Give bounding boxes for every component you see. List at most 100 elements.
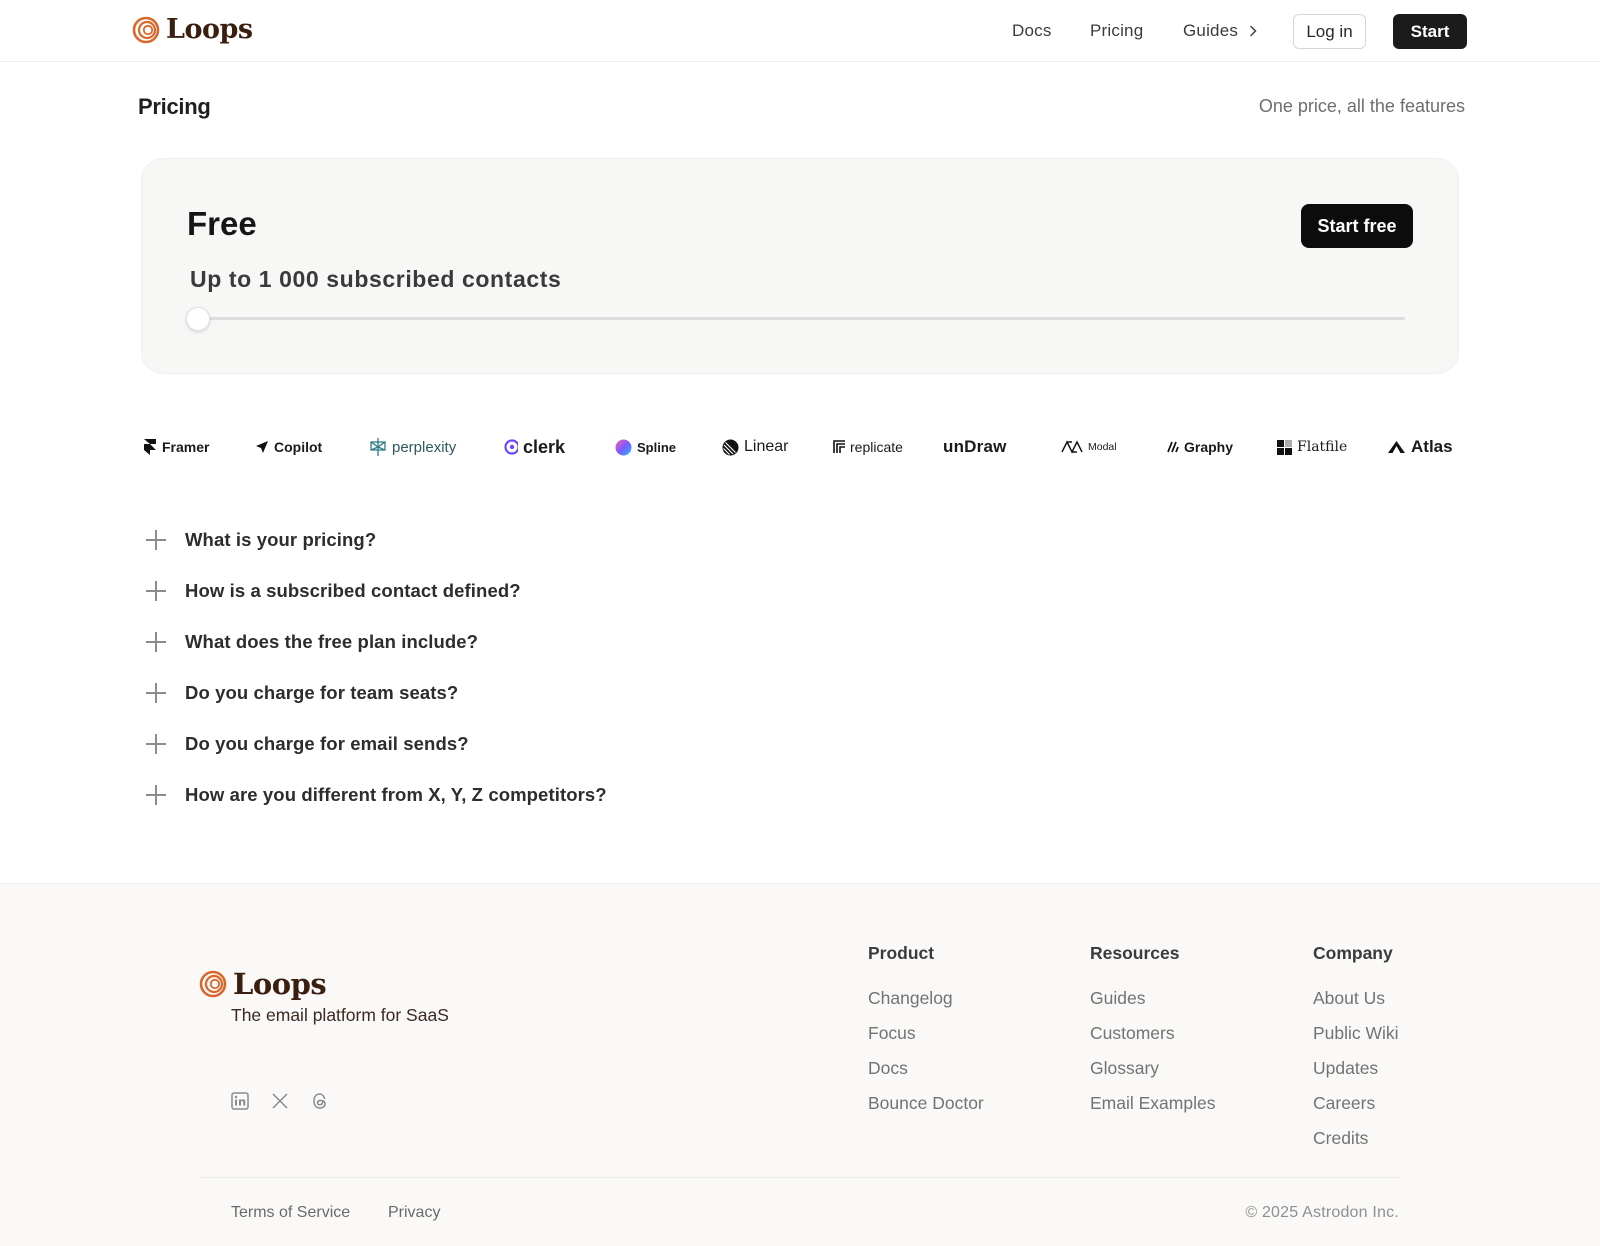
clerk-label: clerk: [523, 436, 566, 457]
footer-divider: [199, 1177, 1401, 1178]
replicate-logo: replicate: [833, 432, 903, 462]
graphy-logo: Graphy: [1167, 432, 1233, 462]
plan-name: Free: [187, 205, 257, 242]
x-icon[interactable]: [271, 1092, 289, 1110]
login-button[interactable]: Log in: [1293, 14, 1366, 49]
clerk-icon: [504, 439, 518, 455]
loops-logo[interactable]: Loops: [132, 14, 253, 45]
atlas-icon: [1388, 440, 1405, 453]
footer-logo-text: Loops: [233, 967, 327, 1001]
footer-link-customers[interactable]: Customers: [1090, 1023, 1175, 1044]
footer-link-guides[interactable]: Guides: [1090, 988, 1145, 1009]
footer-link-docs[interactable]: Docs: [868, 1058, 908, 1079]
faq-question: How are you different from X, Y, Z compe…: [185, 784, 607, 805]
replicate-icon: [833, 440, 845, 453]
footer-link-bounce-doctor[interactable]: Bounce Doctor: [868, 1093, 984, 1114]
page-title: Pricing: [138, 94, 211, 119]
footer-link-public-wiki[interactable]: Public Wiki: [1313, 1023, 1399, 1044]
faq-item-subscribed-contact[interactable]: How is a subscribed contact defined?: [145, 575, 521, 607]
site-footer: Loops The email platform for SaaS Produc…: [0, 883, 1600, 1246]
flatfile-label: Flatfile: [1297, 439, 1348, 455]
privacy-link[interactable]: Privacy: [388, 1204, 440, 1222]
nav-guides-label: Guides: [1183, 21, 1239, 40]
perplexity-icon: [370, 438, 386, 456]
plus-icon: [145, 682, 167, 704]
flatfile-icon: [1277, 439, 1292, 455]
plus-icon: [145, 631, 167, 653]
start-button[interactable]: Start: [1393, 14, 1467, 49]
site-header: Loops Docs Pricing Guides Log in Start: [0, 0, 1600, 62]
footer-tagline: The email platform for SaaS: [231, 1005, 449, 1025]
plus-icon: [145, 784, 167, 806]
modal-icon: [1061, 440, 1083, 454]
nav-pricing[interactable]: Pricing: [1090, 21, 1143, 41]
faq-question: Do you charge for team seats?: [185, 682, 459, 703]
footer-col-resources-heading: Resources: [1090, 943, 1180, 963]
chevron-right-icon: [1250, 25, 1257, 37]
start-free-button[interactable]: Start free: [1301, 204, 1413, 248]
plan-contacts-text: Up to 1 000 subscribed contacts: [190, 266, 562, 292]
framer-logo: Framer: [143, 432, 209, 462]
modal-label: Modal: [1088, 441, 1117, 453]
loops-logo-icon: [132, 16, 160, 43]
contacts-slider-track[interactable]: [198, 317, 1405, 320]
spline-label: Spline: [637, 439, 677, 455]
spline-logo: Spline: [615, 432, 676, 462]
footer-link-changelog[interactable]: Changelog: [868, 988, 953, 1009]
logo-text: Loops: [166, 14, 253, 45]
contacts-slider-thumb[interactable]: [186, 307, 210, 331]
flatfile-logo: Flatfile: [1277, 432, 1347, 462]
graphy-label: Graphy: [1184, 439, 1234, 455]
footer-link-credits[interactable]: Credits: [1313, 1128, 1368, 1149]
customer-logos: Framer Copilot perplexity clerk Spline L…: [143, 432, 1461, 462]
faq-item-competitors[interactable]: How are you different from X, Y, Z compe…: [145, 779, 607, 811]
faq-question: What does the free plan include?: [185, 631, 479, 652]
terms-of-service-link[interactable]: Terms of Service: [231, 1204, 350, 1222]
nav-docs[interactable]: Docs: [1012, 21, 1052, 41]
atlas-logo: Atlas: [1387, 432, 1453, 462]
footer-col-company-heading: Company: [1313, 943, 1393, 963]
atlas-label: Atlas: [1411, 437, 1453, 456]
faq-item-pricing[interactable]: What is your pricing?: [145, 524, 376, 556]
page-subtitle: One price, all the features: [1258, 96, 1465, 116]
framer-label: Framer: [162, 439, 210, 455]
replicate-label: replicate: [850, 439, 903, 455]
faq-question: What is your pricing?: [185, 529, 377, 550]
faq-item-email-sends[interactable]: Do you charge for email sends?: [145, 728, 469, 760]
faq-item-free-plan[interactable]: What does the free plan include?: [145, 626, 478, 658]
plus-icon: [145, 733, 167, 755]
footer-link-updates[interactable]: Updates: [1313, 1058, 1378, 1079]
footer-loops-logo[interactable]: Loops: [199, 967, 327, 1001]
copilot-logo: Copilot: [255, 432, 322, 462]
copilot-icon: [256, 441, 268, 453]
footer-col-product-heading: Product: [868, 943, 935, 963]
copilot-label: Copilot: [274, 439, 323, 455]
copyright: © 2025 Astrodon Inc.: [1245, 1204, 1399, 1221]
footer-link-focus[interactable]: Focus: [868, 1023, 916, 1044]
linear-label: Linear: [744, 438, 789, 455]
modal-logo: Modal: [1061, 432, 1117, 462]
clerk-logo: clerk: [504, 432, 565, 462]
plan-card: Free Up to 1 000 subscribed contacts Sta…: [141, 158, 1459, 374]
framer-icon: [144, 439, 156, 455]
plus-icon: [145, 580, 167, 602]
footer-link-careers[interactable]: Careers: [1313, 1093, 1375, 1114]
footer-link-email-examples[interactable]: Email Examples: [1090, 1093, 1215, 1114]
spline-icon: [615, 439, 632, 455]
nav-guides[interactable]: Guides: [1183, 21, 1260, 41]
plus-icon: [145, 529, 167, 551]
footer-link-glossary[interactable]: Glossary: [1090, 1058, 1159, 1079]
faq-question: Do you charge for email sends?: [185, 733, 469, 754]
threads-icon[interactable]: [311, 1092, 329, 1110]
footer-link-about-us[interactable]: About Us: [1313, 988, 1385, 1009]
faq-question: How is a subscribed contact defined?: [185, 580, 521, 601]
undraw-logo: unDraw: [943, 432, 1007, 462]
graphy-icon: [1167, 441, 1179, 453]
social-links: [231, 1092, 329, 1110]
linear-icon: [722, 439, 739, 455]
faq-item-team-seats[interactable]: Do you charge for team seats?: [145, 677, 458, 709]
linear-logo: Linear: [722, 432, 788, 462]
perplexity-logo: perplexity: [369, 432, 456, 462]
undraw-label: unDraw: [943, 437, 1007, 456]
linkedin-icon[interactable]: [231, 1092, 249, 1110]
